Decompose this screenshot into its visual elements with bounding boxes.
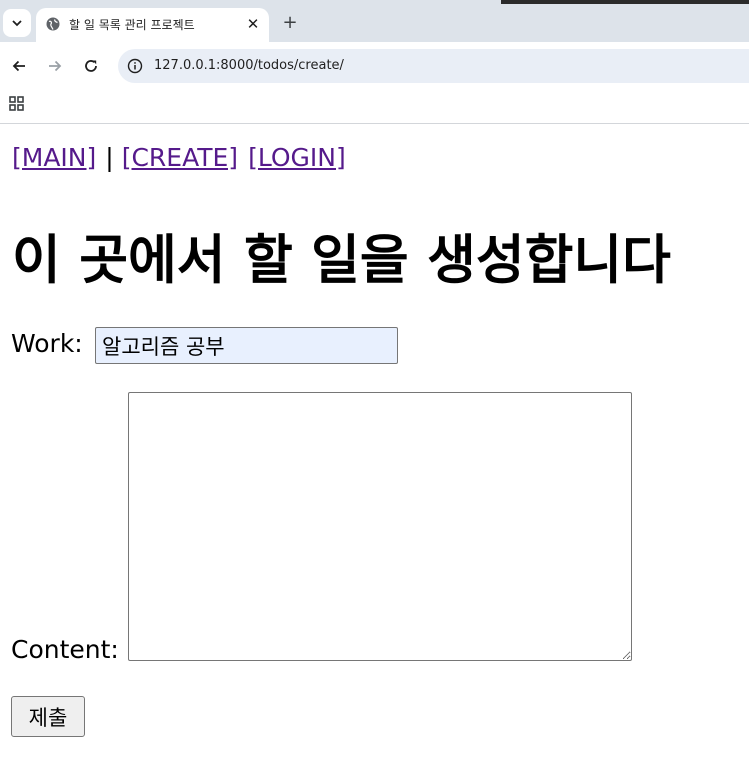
site-nav: [MAIN] | [CREATE] [LOGIN] [12, 143, 346, 172]
content-textarea[interactable] [128, 392, 632, 661]
nav-link-create[interactable]: [CREATE] [122, 143, 238, 172]
tab-search-button[interactable] [3, 9, 31, 37]
url-text: 127.0.0.1:8000/todos/create/ [154, 58, 344, 73]
apps-grid-icon[interactable] [9, 96, 25, 112]
tab-strip: 할 일 목록 관리 프로젝트 ✕ + [0, 0, 749, 42]
browser-toolbar: 127.0.0.1:8000/todos/create/ [0, 42, 749, 90]
site-info-icon [127, 58, 143, 74]
address-bar[interactable]: 127.0.0.1:8000/todos/create/ [118, 49, 749, 83]
reload-button[interactable] [79, 54, 103, 78]
page-content: [MAIN] | [CREATE] [LOGIN] 이 곳에서 할 일을 생성합니다 … [0, 124, 749, 773]
close-icon[interactable]: ✕ [243, 14, 263, 34]
plus-icon: + [282, 11, 298, 33]
back-button[interactable] [7, 54, 31, 78]
submit-button[interactable]: 제출 [11, 696, 85, 737]
globe-icon [46, 17, 60, 31]
forward-arrow-icon [49, 60, 62, 72]
new-tab-button[interactable]: + [279, 11, 301, 33]
reload-icon [85, 60, 97, 72]
tab-title: 할 일 목록 관리 프로젝트 [69, 18, 195, 32]
forward-button[interactable] [43, 54, 67, 78]
nav-link-main[interactable]: [MAIN] [12, 143, 96, 172]
back-arrow-icon [12, 60, 25, 72]
bookmarks-bar [0, 90, 749, 124]
page-title: 이 곳에서 할 일을 생성합니다 [12, 230, 671, 291]
nav-link-login[interactable]: [LOGIN] [248, 143, 346, 172]
content-label: Content: [11, 635, 119, 664]
nav-separator: | [105, 143, 114, 172]
site-info-button[interactable] [126, 57, 144, 75]
active-tab[interactable]: 할 일 목록 관리 프로젝트 ✕ [36, 8, 269, 42]
tab-search-icon [12, 20, 22, 27]
work-input[interactable] [95, 327, 398, 364]
background-window-edge [501, 0, 749, 4]
work-label: Work: [11, 329, 83, 358]
